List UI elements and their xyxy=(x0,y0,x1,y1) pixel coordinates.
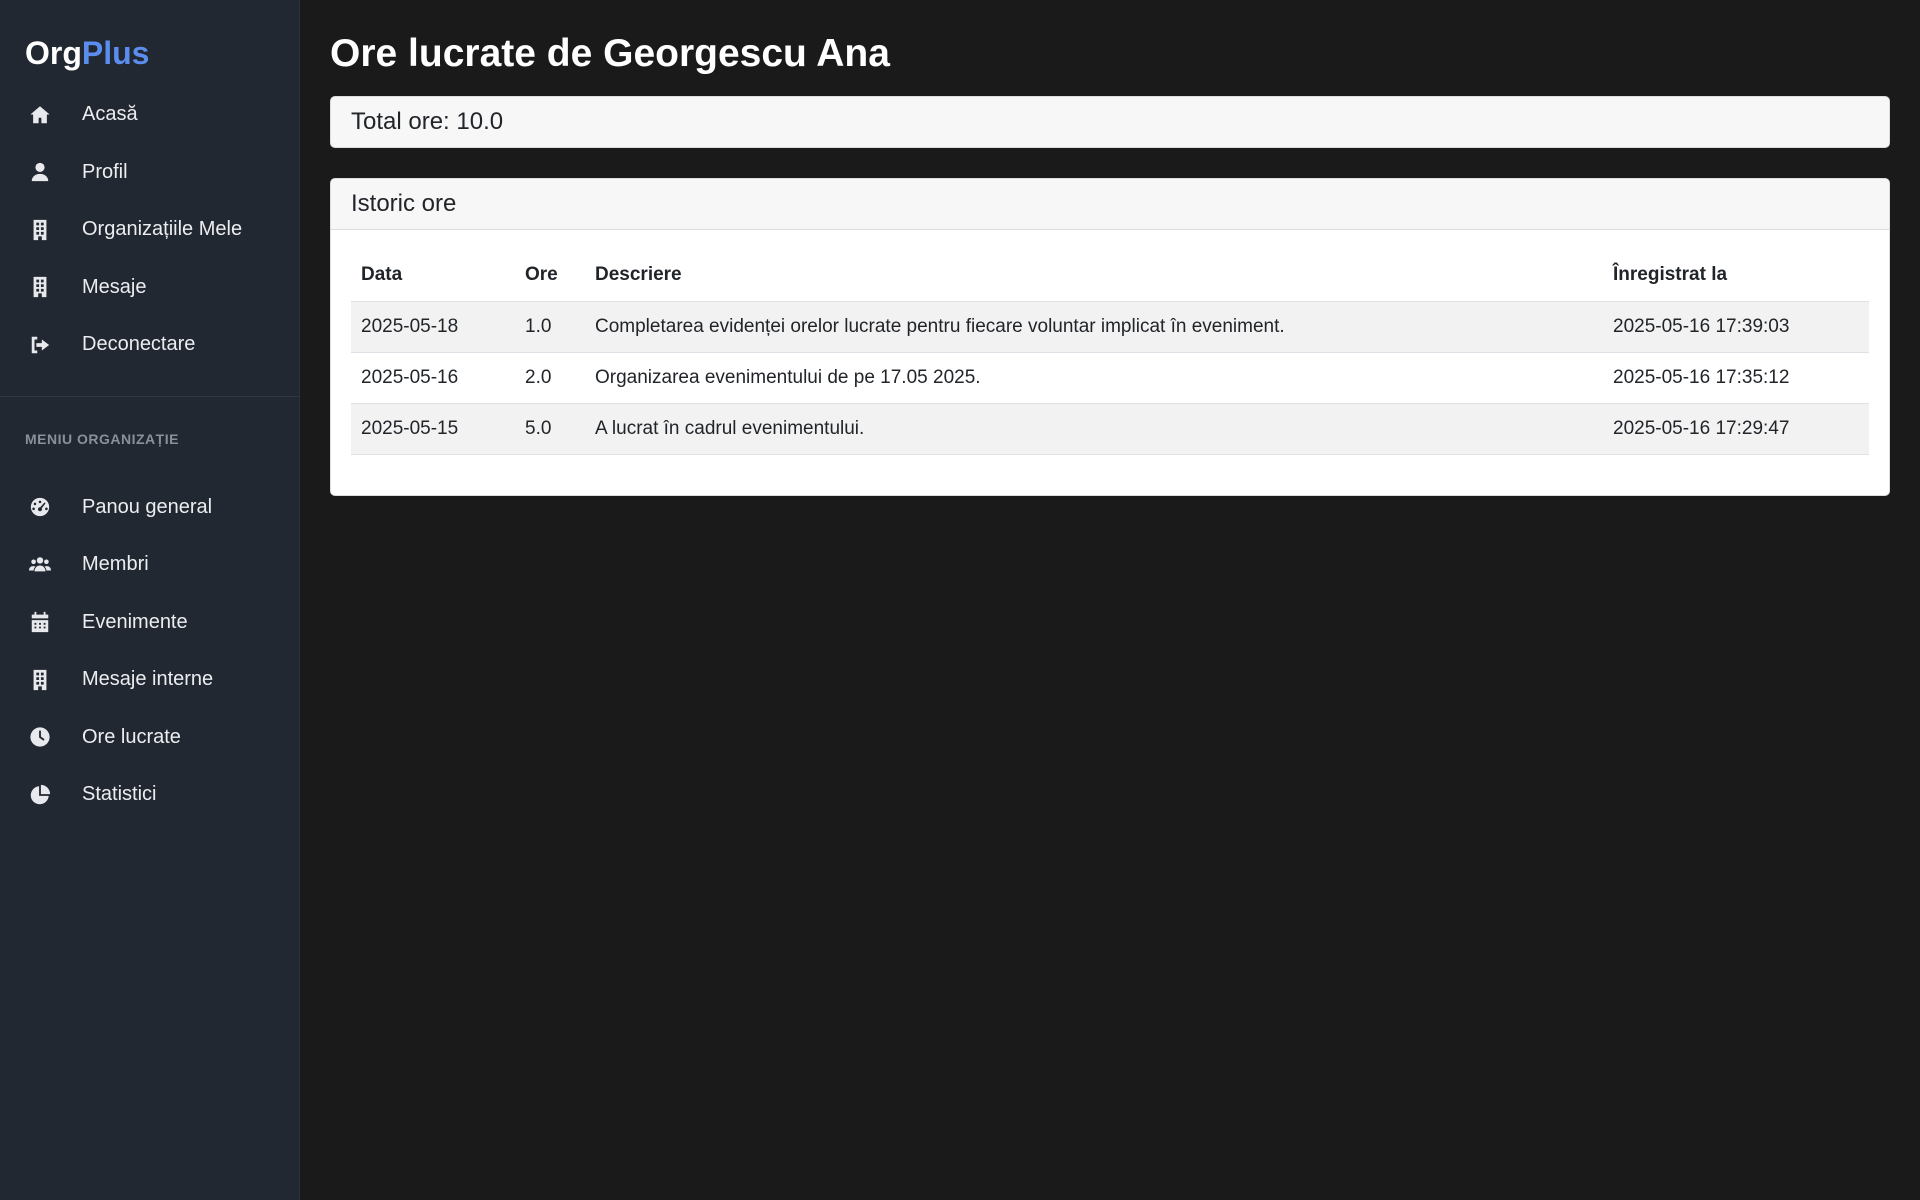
total-hours-card: Total ore: 10.0 xyxy=(330,96,1890,148)
sidebar-item-label: Membri xyxy=(82,553,149,576)
column-header-descriere: Descriere xyxy=(585,250,1603,302)
clock-icon xyxy=(28,725,52,749)
table-row: 2025-05-16 2.0 Organizarea evenimentului… xyxy=(351,352,1869,404)
history-card: Istoric ore Data Ore Descriere Înregistr… xyxy=(330,178,1890,496)
pie-chart-icon xyxy=(28,783,52,807)
sidebar-item-panou-general[interactable]: Panou general xyxy=(0,479,299,537)
cell-description: Completarea evidenței orelor lucrate pen… xyxy=(585,301,1603,353)
cell-hours: 5.0 xyxy=(515,403,585,455)
section-title-organizatie: MENIU ORGANIZAȚIE xyxy=(25,430,179,447)
sidebar-item-label: Ore lucrate xyxy=(82,725,181,748)
cell-registered-at: 2025-05-16 17:39:03 xyxy=(1603,301,1869,353)
building-icon xyxy=(28,218,52,242)
total-hours-text: Total ore: 10.0 xyxy=(351,108,504,135)
cell-date: 2025-05-18 xyxy=(351,301,515,353)
cell-hours: 2.0 xyxy=(515,352,585,404)
sidebar-item-label: Mesaje xyxy=(82,275,147,298)
history-title: Istoric ore xyxy=(351,190,457,217)
sidebar-item-label: Profil xyxy=(82,160,128,183)
column-header-inregistrat: Înregistrat la xyxy=(1603,250,1869,302)
sidebar-divider xyxy=(0,395,299,397)
sidebar: OrgPlus Acasă Profil Organizațiile Mele xyxy=(0,0,300,1200)
cell-registered-at: 2025-05-16 17:29:47 xyxy=(1603,403,1869,455)
table-header-row: Data Ore Descriere Înregistrat la xyxy=(351,250,1869,302)
brand-part-2: Plus xyxy=(81,35,150,71)
building-icon xyxy=(28,668,52,692)
sidebar-item-organizatiile-mele[interactable]: Organizațiile Mele xyxy=(0,201,299,259)
sidebar-item-membri[interactable]: Membri xyxy=(0,536,299,594)
sidebar-item-label: Organizațiile Mele xyxy=(82,218,243,241)
dashboard-icon xyxy=(28,495,52,519)
history-card-header: Istoric ore xyxy=(331,179,1889,230)
hours-table: Data Ore Descriere Înregistrat la 2025-0… xyxy=(351,250,1869,455)
column-header-data: Data xyxy=(351,250,515,302)
building-icon xyxy=(28,275,52,299)
calendar-icon xyxy=(28,610,52,634)
logout-icon xyxy=(28,333,52,357)
sidebar-item-label: Mesaje interne xyxy=(82,668,214,691)
main-nav: Acasă Profil Organizațiile Mele Mesaje D… xyxy=(0,86,299,374)
page-title: Ore lucrate de Georgescu Ana xyxy=(330,32,890,75)
sidebar-item-mesaje[interactable]: Mesaje xyxy=(0,259,299,317)
users-icon xyxy=(28,553,52,577)
sidebar-item-label: Panou general xyxy=(82,495,213,518)
org-nav: Panou general Membri Evenimente Mesaje i… xyxy=(0,479,299,824)
sidebar-item-deconectare[interactable]: Deconectare xyxy=(0,316,299,374)
sidebar-item-ore-lucrate[interactable]: Ore lucrate xyxy=(0,709,299,767)
sidebar-item-label: Deconectare xyxy=(82,333,196,356)
cell-description: A lucrat în cadrul evenimentului. xyxy=(585,403,1603,455)
sidebar-item-mesaje-interne[interactable]: Mesaje interne xyxy=(0,651,299,709)
history-card-body: Data Ore Descriere Înregistrat la 2025-0… xyxy=(331,230,1889,495)
sidebar-item-label: Evenimente xyxy=(82,610,188,633)
table-row: 2025-05-15 5.0 A lucrat în cadrul evenim… xyxy=(351,403,1869,455)
brand-logo[interactable]: OrgPlus xyxy=(0,30,299,76)
table-row: 2025-05-18 1.0 Completarea evidenței ore… xyxy=(351,301,1869,353)
sidebar-item-evenimente[interactable]: Evenimente xyxy=(0,594,299,652)
cell-date: 2025-05-15 xyxy=(351,403,515,455)
sidebar-item-statistici[interactable]: Statistici xyxy=(0,766,299,824)
user-icon xyxy=(28,160,52,184)
cell-hours: 1.0 xyxy=(515,301,585,353)
sidebar-item-label: Statistici xyxy=(82,783,157,806)
column-header-ore: Ore xyxy=(515,250,585,302)
sidebar-item-profil[interactable]: Profil xyxy=(0,144,299,202)
main-content: Ore lucrate de Georgescu Ana Total ore: … xyxy=(300,0,1920,1200)
cell-description: Organizarea evenimentului de pe 17.05 20… xyxy=(585,352,1603,404)
brand-part-1: Org xyxy=(25,35,82,71)
home-icon xyxy=(28,103,52,127)
cell-registered-at: 2025-05-16 17:35:12 xyxy=(1603,352,1869,404)
app: OrgPlus Acasă Profil Organizațiile Mele xyxy=(0,0,1920,1200)
sidebar-item-acasa[interactable]: Acasă xyxy=(0,86,299,144)
cell-date: 2025-05-16 xyxy=(351,352,515,404)
sidebar-item-label: Acasă xyxy=(82,103,138,126)
